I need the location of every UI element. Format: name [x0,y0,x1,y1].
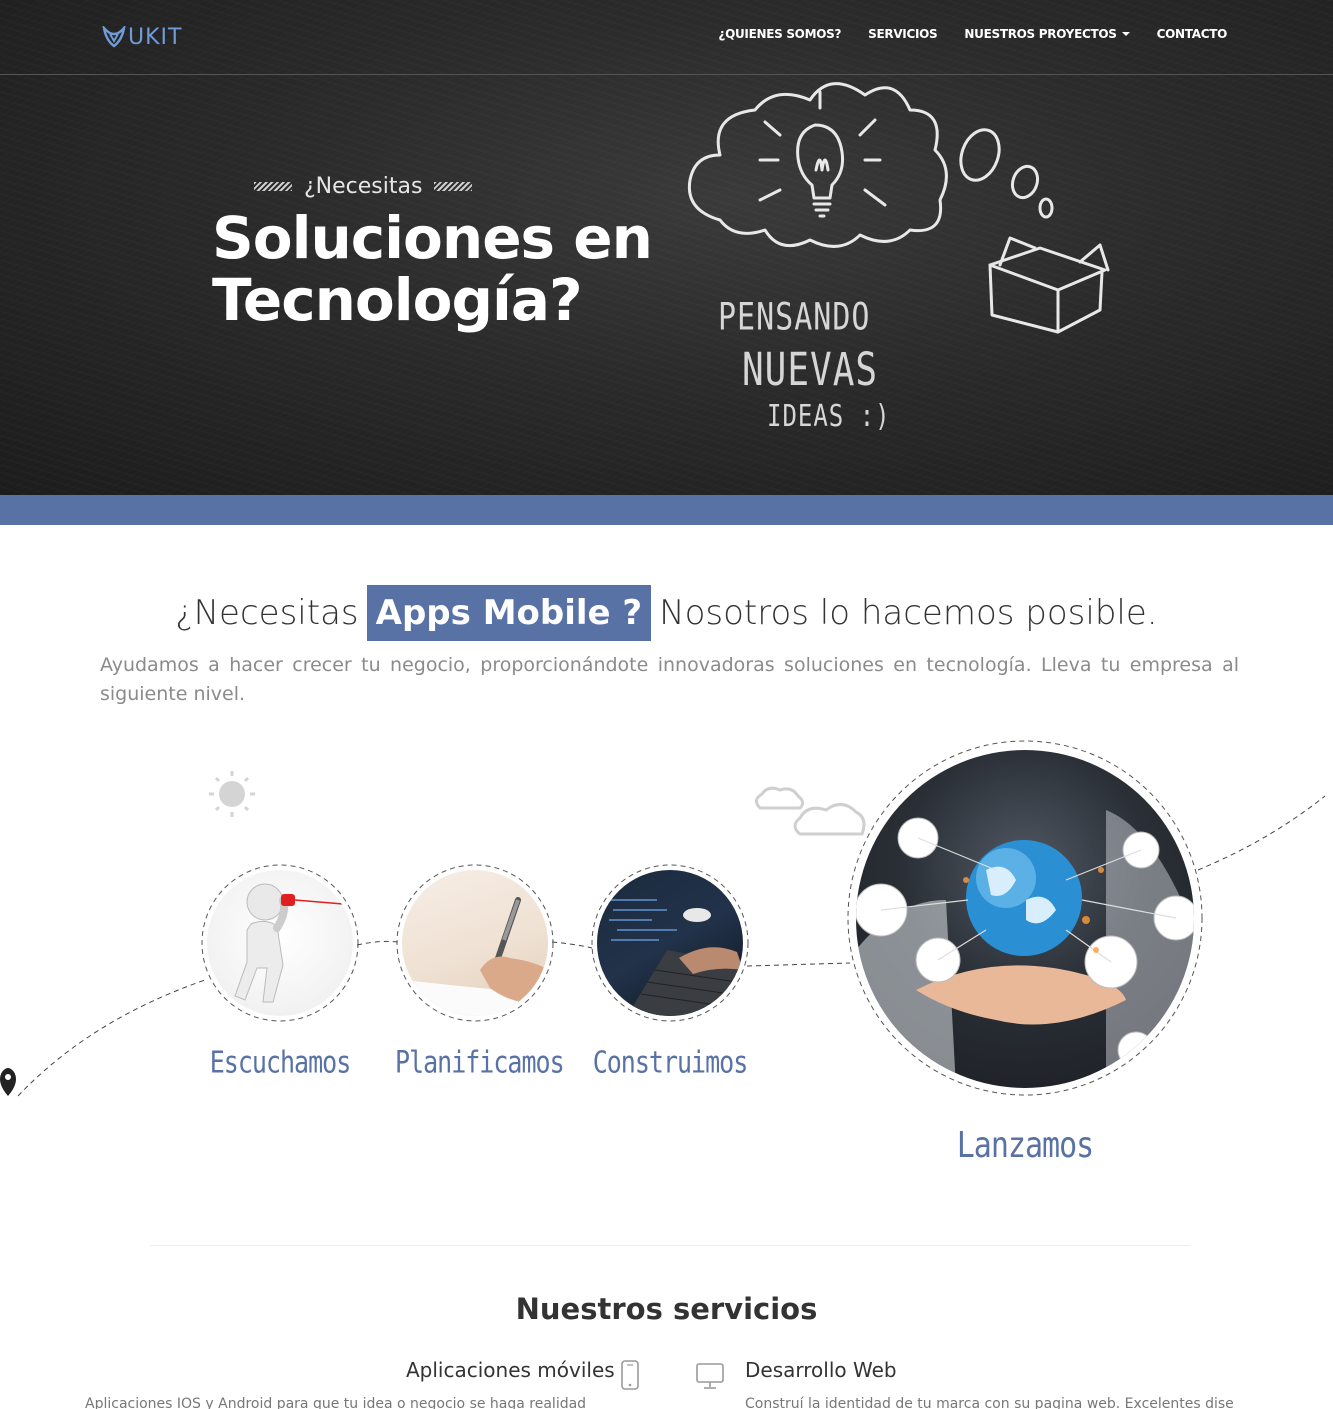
brand-name: UKIT [128,24,183,50]
globe-network-illustration [856,810,1194,1088]
mobile-phone-icon [621,1360,639,1390]
intro-text: Ayudamos a hacer crecer tu negocio, prop… [100,654,1239,705]
figure-with-phone-illustration [234,883,344,1003]
step-label-construimos: Construimos [592,1045,749,1080]
service-desc-web: Construí la identidad de tu marca con su… [745,1396,1235,1409]
main-menu: ¿QUIENES SOMOS? SERVICIOS NUESTROS PROYE… [718,27,1227,41]
accent-band [0,495,1333,525]
cloud-icon [755,786,866,836]
step-image-escuchamos [207,870,353,1016]
ukit-logo-icon [102,26,126,48]
chalk-text-line1: PENSANDO [718,295,871,340]
services-title-bold: servicios [672,1292,818,1326]
hero-section: UKIT ¿QUIENES SOMOS? SERVICIOS NUESTROS … [0,0,1333,495]
nav-item-servicios[interactable]: SERVICIOS [868,27,938,41]
step-image-construimos [597,870,743,1016]
hero-title-line1: Soluciones en [212,204,653,272]
section-divider [150,1245,1190,1246]
laptop-coding-illustration [609,899,743,1016]
location-pin-icon [0,1068,16,1096]
sun-icon [209,771,255,817]
service-title-web: Desarrollo Web [745,1358,897,1382]
step-image-lanzamos [856,750,1194,1088]
intro-heading-after: Nosotros lo hacemos posible. [659,593,1158,633]
step-label-planificamos: Planificamos [395,1045,565,1080]
hero-kicker: ¿Necesitas [254,174,473,199]
services-title: Nuestros servicios [0,1292,1333,1326]
chalk-text-line2: NUEVAS [742,344,879,397]
step-label-lanzamos: Lanzamos [956,1124,1095,1167]
brand-logo[interactable]: UKIT [102,22,182,52]
nav-item-nuestros-proyectos[interactable]: NUESTROS PROYECTOS [964,27,1130,41]
hatch-decoration [254,182,292,191]
hero-kicker-text: ¿Necesitas [304,174,423,199]
nav-item-nuestros-proyectos-label: NUESTROS PROYECTOS [964,27,1117,41]
hero-title: Soluciones en Tecnología? [212,207,682,331]
nav-item-quienes-somos[interactable]: ¿QUIENES SOMOS? [718,27,841,41]
hero-title-line2: Tecnología? [212,266,583,334]
top-navbar: UKIT ¿QUIENES SOMOS? SERVICIOS NUESTROS … [0,0,1333,75]
caret-down-icon [1121,32,1130,36]
monitor-icon [696,1363,724,1389]
step-label-escuchamos: Escuchamos [209,1045,352,1080]
service-desc-apps: Aplicaciones IOS y Android para que tu i… [85,1396,587,1409]
intro-heading-before: ¿Necesitas [175,593,359,633]
services-title-light: Nuestros [515,1292,663,1326]
nav-item-contacto[interactable]: CONTACTO [1157,27,1228,41]
chalk-thought-cloud-illustration [687,82,1110,334]
service-title-apps: Aplicaciones móviles [406,1358,615,1382]
hatch-decoration [434,182,473,191]
intro-heading-highlight: Apps Mobile ? [366,585,652,641]
hand-writing-illustration [402,897,548,1016]
chalk-text-line3: IDEAS :) [767,398,891,434]
intro-heading: ¿Necesitas Apps Mobile ? Nosotros lo hac… [0,585,1333,641]
step-image-planificamos [402,870,548,1016]
